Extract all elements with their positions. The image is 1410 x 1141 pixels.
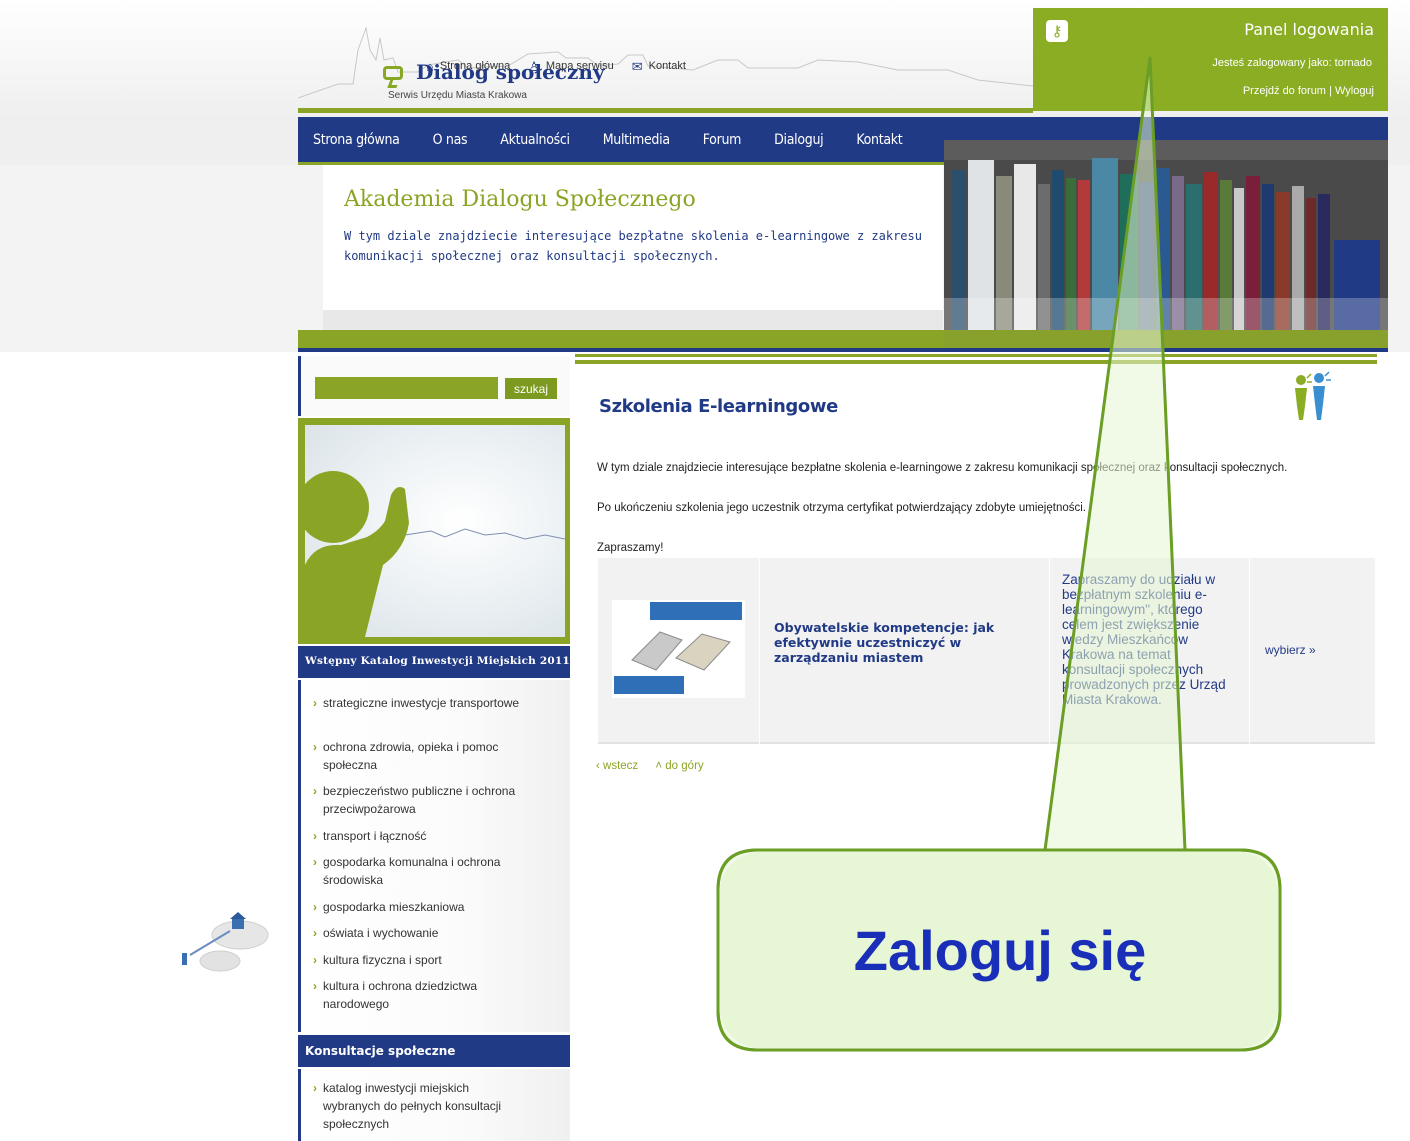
sidebar: szukaj Wstępny Katalog Inwestycji Miejsk… — [298, 356, 582, 1141]
list-item[interactable]: oświata i wychowanie — [313, 924, 523, 942]
search-box: szukaj — [298, 356, 570, 416]
login-panel: ⚷ Panel logowania Jesteś zalogowany jako… — [1033, 8, 1388, 111]
cell-divider — [1049, 558, 1050, 744]
select-course-link[interactable]: wybierz » — [1265, 643, 1316, 657]
course-description: Zapraszamy do udziału w bezpłatnym szkol… — [1062, 572, 1226, 707]
search-button[interactable]: szukaj — [505, 378, 557, 399]
list-item[interactable]: gospodarka mieszkaniowa — [313, 898, 523, 916]
top-link-sitemap[interactable]: ♙ Mapa serwisu — [528, 58, 614, 74]
invitation-text: Zapraszamy! — [597, 542, 664, 554]
back-link[interactable]: ‹ wstecz — [596, 760, 638, 772]
list-item[interactable]: transport i łączność — [313, 827, 523, 845]
konsultacje-heading: Konsultacje społeczne — [298, 1035, 570, 1067]
nav-item-about[interactable]: O nas — [433, 132, 468, 148]
list-item[interactable]: ochrona zdrowia, opieka i pomoc społeczn… — [313, 738, 523, 774]
sitemap-icon: ♙ — [528, 58, 540, 74]
person-speaking-illustration — [305, 471, 565, 637]
page-title: Szkolenia E-learningowe — [599, 396, 838, 417]
logged-in-user-text: Jesteś zalogowany jako: tornado — [1212, 57, 1372, 69]
course-table-row: Obywatelskie kompetencje: jak efektywnie… — [598, 558, 1375, 744]
people-dialog-icon — [1295, 371, 1331, 420]
to-top-link[interactable]: ˄ do góry — [655, 760, 703, 772]
list-item[interactable]: strategiczne inwestycje transportowe — [313, 694, 523, 712]
link-separator: | — [1329, 85, 1332, 97]
speech-bubble-icon — [383, 66, 403, 80]
home-icon: ⌂ — [426, 58, 434, 74]
katalog-list: strategiczne inwestycje transportowe och… — [298, 680, 570, 1032]
logo-subtitle: Serwis Urzędu Miasta Krakowa — [388, 90, 527, 101]
top-link-label: Strona główna — [439, 60, 511, 72]
bookshelf-photo — [944, 140, 1388, 348]
section-banner: Akademia Dialogu Społecznego W tym dzial… — [323, 165, 943, 330]
books-image — [944, 140, 1388, 348]
banner-bottom-strip — [323, 310, 943, 330]
course-name-link[interactable]: Obywatelskie kompetencje: jak efektywnie… — [774, 620, 1049, 665]
login-panel-title: Panel logowania — [1244, 20, 1374, 39]
search-input[interactable] — [315, 377, 498, 399]
key-icon: ⚷ — [1046, 20, 1068, 42]
intro-paragraph: W tym dziale znajdziecie interesujące be… — [597, 462, 1288, 474]
site-header: Dialog społeczny Serwis Urzędu Miasta Kr… — [298, 0, 1033, 117]
top-link-label: Kontakt — [648, 60, 686, 72]
utility-links: ⌂ Strona główna ♙ Mapa serwisu ✉ Kontakt — [426, 58, 686, 74]
header-underline — [298, 108, 1033, 113]
cell-divider — [1249, 558, 1250, 744]
banner-title: Akademia Dialogu Społecznego — [344, 187, 696, 212]
course-thumbnail[interactable] — [612, 600, 745, 698]
list-item[interactable]: bezpieczeństwo publiczne i ochrona przec… — [313, 782, 523, 818]
banner-description: W tym dziale znajdziecie interesujące be… — [344, 229, 922, 263]
nav-item-forum[interactable]: Forum — [703, 132, 742, 148]
nav-item-home[interactable]: Strona główna — [313, 132, 400, 148]
top-link-label: Mapa serwisu — [545, 60, 614, 72]
nav-item-dialog[interactable]: Dialoguj — [774, 132, 824, 148]
nav-item-multimedia[interactable]: Multimedia — [603, 132, 670, 148]
sidebar-illustration — [298, 418, 570, 644]
content-top-gap — [575, 357, 1377, 360]
konsultacje-list: katalog inwestycji miejskich wybranych d… — [298, 1069, 570, 1141]
page-nav-links: ‹ wstecz ˄ do góry — [596, 760, 718, 772]
katalog-heading: Wstępny Katalog Inwestycji Miejskich 201… — [298, 646, 582, 678]
green-divider-bar — [298, 330, 944, 348]
nav-item-news[interactable]: Aktualności — [500, 132, 570, 148]
list-item[interactable]: gospodarka komunalna i ochrona środowisk… — [313, 853, 523, 889]
nav-item-contact[interactable]: Kontakt — [856, 132, 902, 148]
cell-divider — [759, 558, 760, 744]
forum-link[interactable]: Przejdź do forum — [1243, 85, 1326, 97]
list-item[interactable]: katalog inwestycji miejskich wybranych d… — [313, 1079, 523, 1133]
certificate-paragraph: Po ukończeniu szkolenia jego uczestnik o… — [597, 502, 1086, 514]
list-item[interactable]: kultura i ochrona dziedzictwa narodowego — [313, 977, 523, 1013]
blue-divider-line — [298, 348, 1388, 352]
course-thumbnail-image — [612, 600, 745, 698]
top-link-home[interactable]: ⌂ Strona główna — [426, 58, 511, 74]
network-illustration — [182, 912, 269, 972]
callout-text: Zaloguj się — [853, 919, 1147, 982]
mail-icon: ✉ — [631, 58, 643, 74]
list-item[interactable]: kultura fizyczna i sport — [313, 951, 523, 969]
login-links: Przejdź do forum | Wyloguj — [1243, 85, 1374, 97]
green-divider-bar-right — [944, 330, 1388, 348]
top-link-contact[interactable]: ✉ Kontakt — [631, 58, 686, 74]
logout-link[interactable]: Wyloguj — [1335, 85, 1374, 97]
